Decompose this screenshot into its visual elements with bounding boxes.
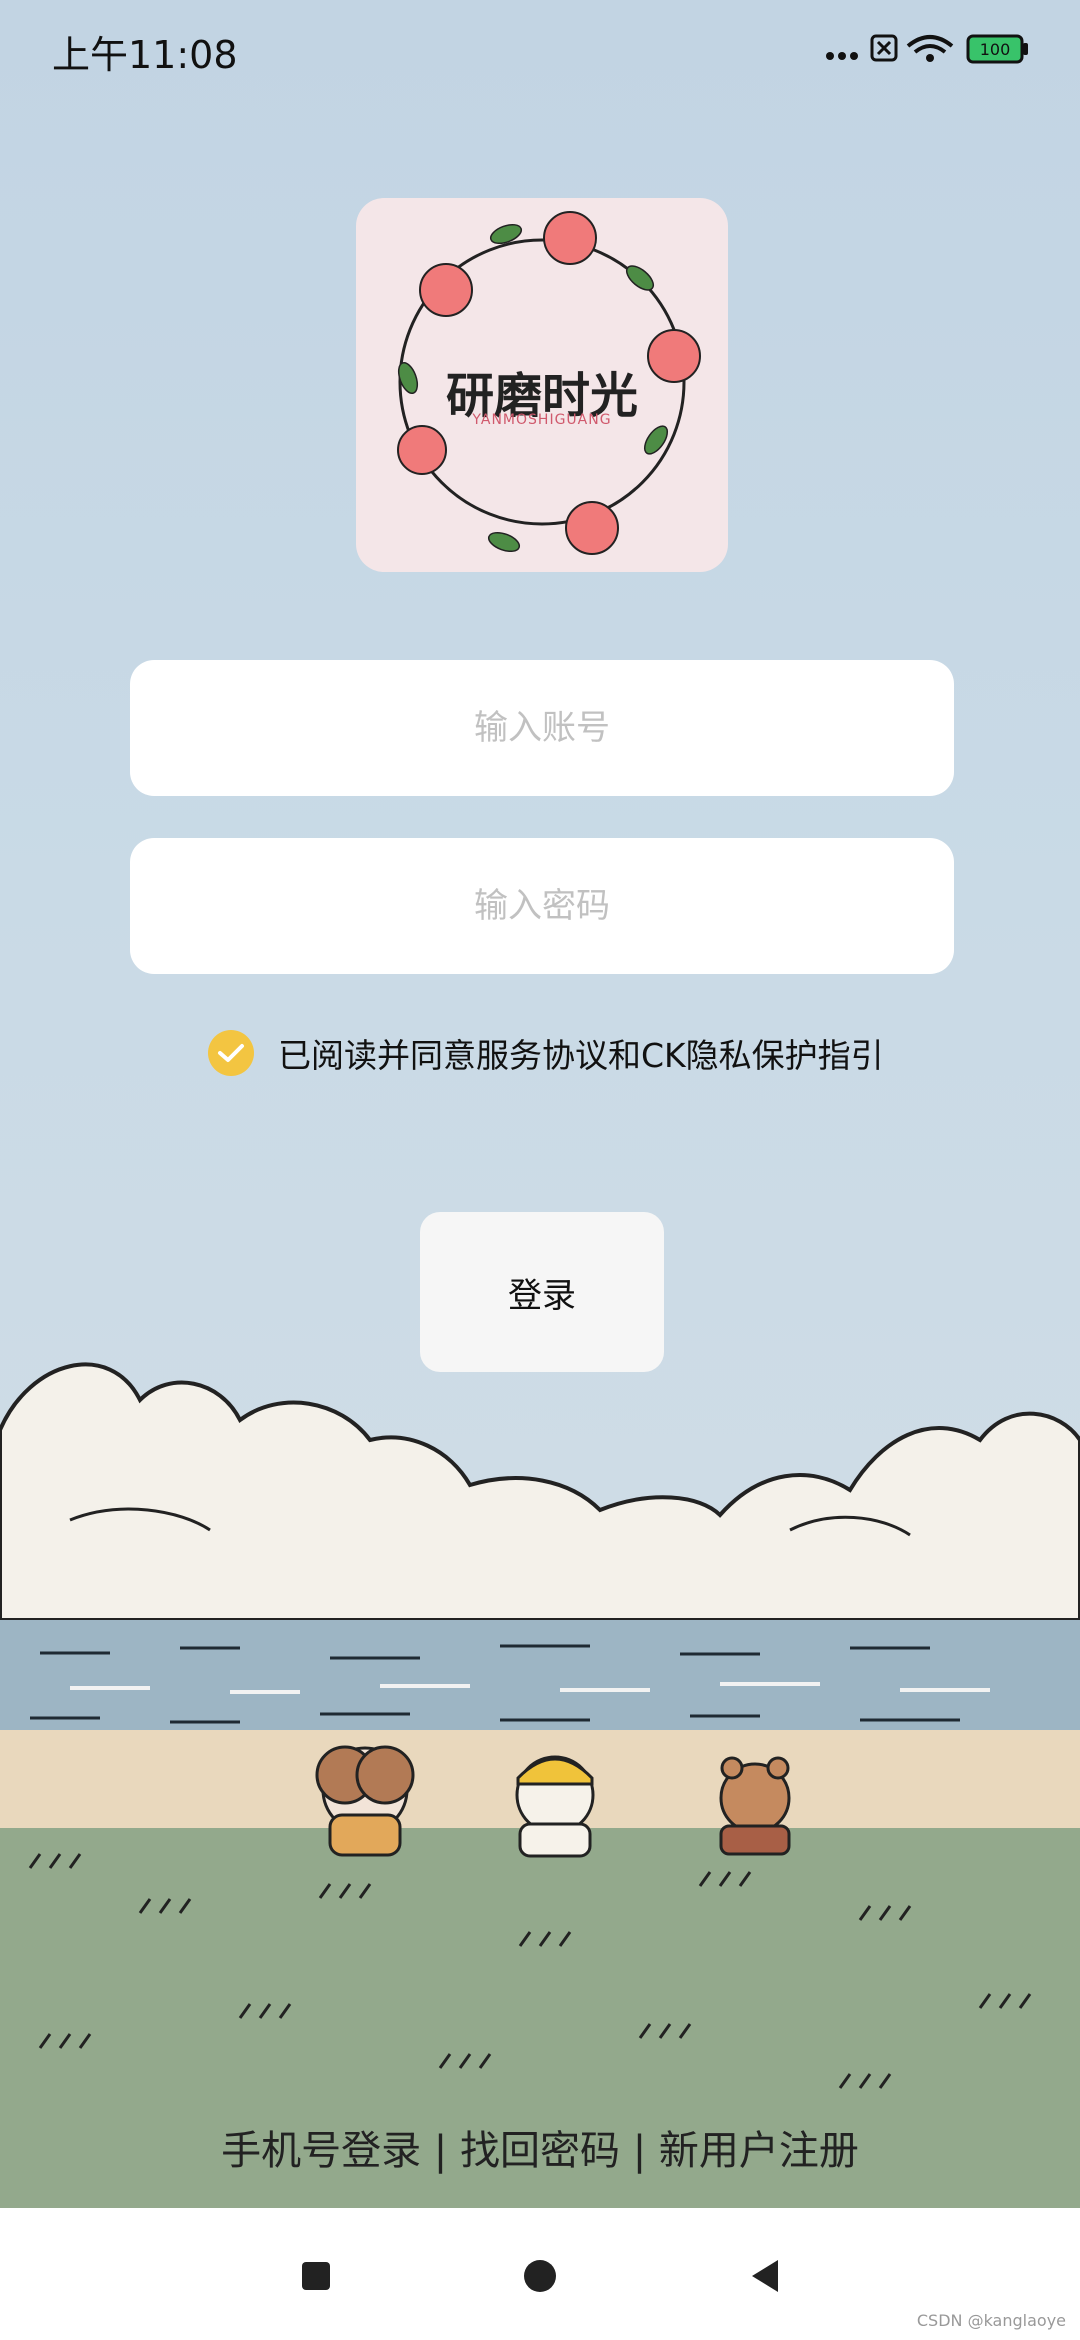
bottom-links: 手机号登录 | 找回密码 | 新用户注册 [0,2118,1080,2176]
password-input[interactable] [130,837,954,975]
status-time: 上午11:08 [52,33,238,77]
status-icons: 100 [820,30,1040,70]
sim-error-icon [870,34,898,62]
logo-subtitle: YANMOSHIGUANG [472,412,612,428]
login-button[interactable]: 登录 [420,1212,664,1372]
system-status-icons: 100 [826,34,1028,64]
agreement-row[interactable]: 已阅读并同意服务协议和CK隐私保护指引 [208,1028,884,1078]
character-illustration [315,1745,791,1858]
check-icon [218,1044,244,1062]
link-separator: | [632,2128,647,2174]
agreement-checkbox[interactable] [208,1030,254,1076]
account-input[interactable] [130,659,954,797]
recent-apps-icon[interactable] [296,2256,336,2296]
register-link[interactable]: 新用户注册 [659,2118,859,2176]
login-screen: 上午11:08 100 研磨时光 YANMOSHIGUANG 输入账号 已阅读并… [0,0,1080,2340]
app-logo: 研磨时光 YANMOSHIGUANG [356,198,728,572]
back-icon[interactable] [744,2256,784,2296]
home-icon[interactable] [520,2256,560,2296]
link-separator: | [433,2128,448,2174]
account-field[interactable] [130,659,954,797]
status-bar: 上午11:08 100 [0,0,1080,100]
password-field[interactable] [130,837,954,975]
battery-level: 100 [980,40,1011,59]
source-watermark: CSDN @kanglaoye [916,2311,1066,2330]
agreement-text[interactable]: 已阅读并同意服务协议和CK隐私保护指引 [278,1029,884,1077]
navigation-bar: CSDN @kanglaoye [0,2208,1080,2340]
battery-icon: 100 [966,34,1028,64]
wifi-icon [906,35,954,62]
forgot-password-link[interactable]: 找回密码 [460,2118,620,2176]
more-dots-icon [826,52,858,60]
phone-login-link[interactable]: 手机号登录 [221,2118,421,2176]
